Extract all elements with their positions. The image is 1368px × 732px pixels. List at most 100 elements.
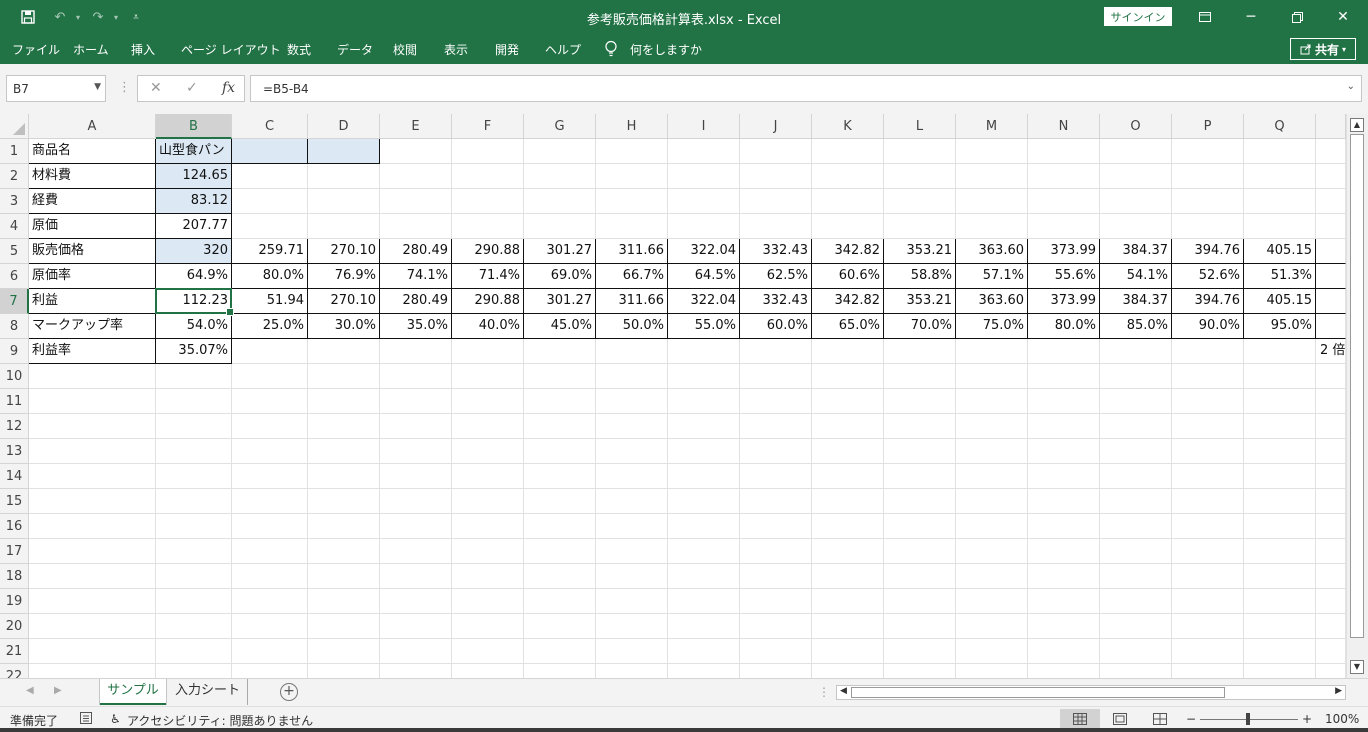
cell-k16[interactable] [812, 514, 884, 539]
row-header-13[interactable]: 13 [0, 439, 29, 464]
column-header-c[interactable]: C [232, 114, 308, 139]
cell-p17[interactable] [1172, 539, 1244, 564]
cell-b16[interactable] [156, 514, 232, 539]
cell-e8[interactable]: 35.0% [380, 314, 452, 339]
cell-n8[interactable]: 80.0% [1028, 314, 1100, 339]
cell-g19[interactable] [524, 589, 596, 614]
cell-n10[interactable] [1028, 364, 1100, 389]
cell-a13[interactable] [29, 439, 156, 464]
cell-a9[interactable]: 利益率 [29, 339, 156, 364]
cell-j5[interactable]: 332.43 [740, 239, 812, 264]
cell-e6[interactable]: 74.1% [380, 264, 452, 289]
cell-o17[interactable] [1100, 539, 1172, 564]
cell-l6[interactable]: 58.8% [884, 264, 956, 289]
cell-k10[interactable] [812, 364, 884, 389]
cell-q14[interactable] [1244, 464, 1316, 489]
cell-j19[interactable] [740, 589, 812, 614]
zoom-slider[interactable] [1200, 713, 1298, 725]
cell-c16[interactable] [232, 514, 308, 539]
customize-toolbar-icon[interactable]: ⩡ [124, 7, 148, 27]
add-sheet-icon[interactable]: + [280, 683, 298, 701]
cell-filler-1[interactable] [1316, 139, 1346, 164]
cell-filler-17[interactable] [1316, 539, 1346, 564]
cell-l9[interactable] [884, 339, 956, 364]
cell-m21[interactable] [956, 639, 1028, 664]
cell-o13[interactable] [1100, 439, 1172, 464]
row-header-21[interactable]: 21 [0, 639, 29, 664]
cell-g2[interactable] [524, 164, 596, 189]
cell-filler-9[interactable]: 2 倍 [1316, 339, 1346, 364]
cell-k2[interactable] [812, 164, 884, 189]
cell-g4[interactable] [524, 214, 596, 239]
cell-b2[interactable]: 124.65 [156, 164, 232, 189]
cell-d5[interactable]: 270.10 [308, 239, 380, 264]
cell-i15[interactable] [668, 489, 740, 514]
cell-j17[interactable] [740, 539, 812, 564]
cell-f11[interactable] [452, 389, 524, 414]
cell-m20[interactable] [956, 614, 1028, 639]
lightbulb-icon[interactable] [604, 40, 618, 58]
cell-c17[interactable] [232, 539, 308, 564]
cell-p12[interactable] [1172, 414, 1244, 439]
column-header-a[interactable]: A [29, 114, 156, 139]
cell-h8[interactable]: 50.0% [596, 314, 668, 339]
cell-j16[interactable] [740, 514, 812, 539]
cell-i13[interactable] [668, 439, 740, 464]
cell-g1[interactable] [524, 139, 596, 164]
cell-a8[interactable]: マークアップ率 [29, 314, 156, 339]
cell-n3[interactable] [1028, 189, 1100, 214]
cell-k9[interactable] [812, 339, 884, 364]
cell-o7[interactable]: 384.37 [1100, 289, 1172, 314]
cell-o3[interactable] [1100, 189, 1172, 214]
cell-m10[interactable] [956, 364, 1028, 389]
row-header-15[interactable]: 15 [0, 489, 29, 514]
cell-i4[interactable] [668, 214, 740, 239]
tell-me-search[interactable]: 何をしますか [630, 41, 702, 58]
cell-o4[interactable] [1100, 214, 1172, 239]
cell-n18[interactable] [1028, 564, 1100, 589]
row-header-2[interactable]: 2 [0, 164, 29, 189]
cell-filler-3[interactable] [1316, 189, 1346, 214]
name-box[interactable]: B7 ▼ [6, 75, 106, 102]
cell-filler-19[interactable] [1316, 589, 1346, 614]
cell-e13[interactable] [380, 439, 452, 464]
cell-m13[interactable] [956, 439, 1028, 464]
page-layout-view-icon[interactable] [1100, 709, 1140, 729]
cell-k15[interactable] [812, 489, 884, 514]
sheet-prev-icon[interactable]: ◀ [26, 685, 34, 696]
tab-home[interactable]: ホーム [73, 41, 109, 58]
cell-q21[interactable] [1244, 639, 1316, 664]
tab-data[interactable]: データ [337, 41, 373, 58]
cell-e5[interactable]: 280.49 [380, 239, 452, 264]
cell-c20[interactable] [232, 614, 308, 639]
cell-j8[interactable]: 60.0% [740, 314, 812, 339]
cell-p2[interactable] [1172, 164, 1244, 189]
cell-j9[interactable] [740, 339, 812, 364]
cell-e11[interactable] [380, 389, 452, 414]
cell-e14[interactable] [380, 464, 452, 489]
cell-o5[interactable]: 384.37 [1100, 239, 1172, 264]
cell-g15[interactable] [524, 489, 596, 514]
cell-m1[interactable] [956, 139, 1028, 164]
cell-l10[interactable] [884, 364, 956, 389]
row-header-9[interactable]: 9 [0, 339, 29, 364]
cell-n15[interactable] [1028, 489, 1100, 514]
cell-b4[interactable]: 207.77 [156, 214, 232, 239]
cell-e9[interactable] [380, 339, 452, 364]
cell-d15[interactable] [308, 489, 380, 514]
cell-g20[interactable] [524, 614, 596, 639]
cell-j21[interactable] [740, 639, 812, 664]
cell-a18[interactable] [29, 564, 156, 589]
cell-f8[interactable]: 40.0% [452, 314, 524, 339]
cell-p22[interactable] [1172, 664, 1244, 678]
cell-c14[interactable] [232, 464, 308, 489]
cell-d8[interactable]: 30.0% [308, 314, 380, 339]
cell-f14[interactable] [452, 464, 524, 489]
row-header-5[interactable]: 5 [0, 239, 29, 264]
row-header-3[interactable]: 3 [0, 189, 29, 214]
cell-l20[interactable] [884, 614, 956, 639]
cell-l2[interactable] [884, 164, 956, 189]
cell-filler-2[interactable] [1316, 164, 1346, 189]
cell-j4[interactable] [740, 214, 812, 239]
cell-e22[interactable] [380, 664, 452, 678]
